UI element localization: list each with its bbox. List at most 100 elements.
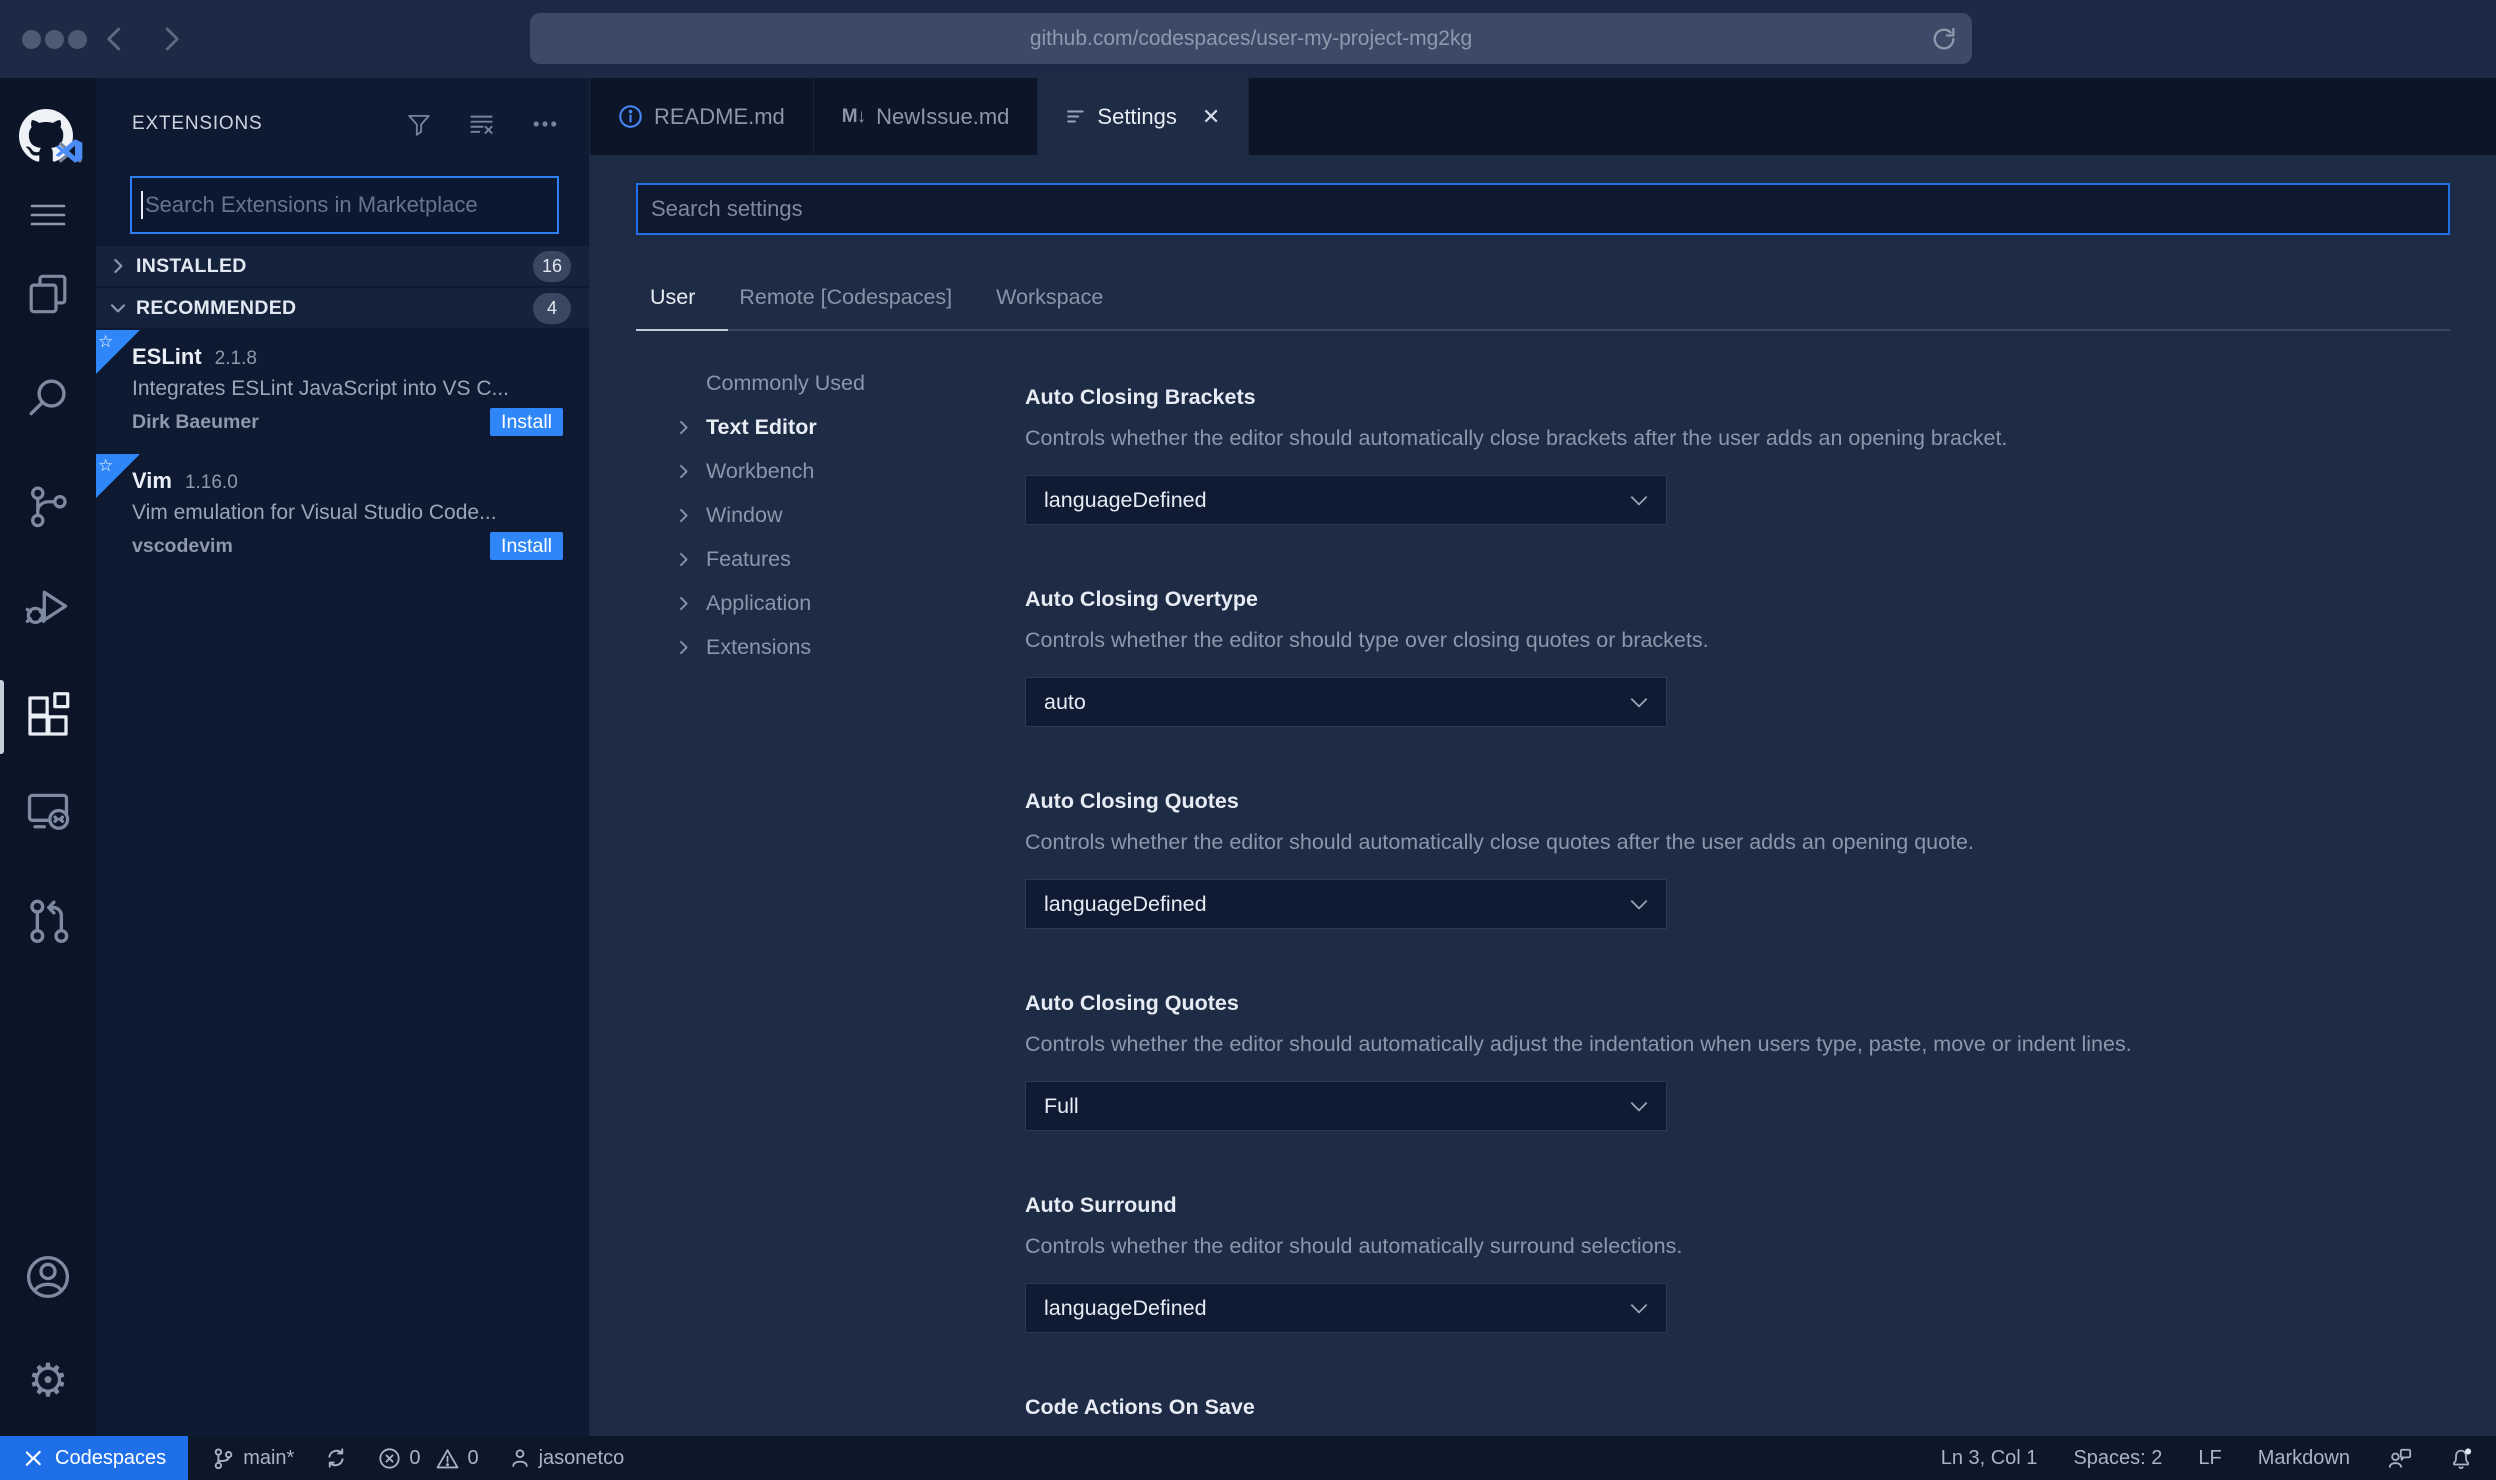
active-scope-underline xyxy=(636,329,728,331)
extension-version: 1.16.0 xyxy=(184,472,238,493)
toc-item-features[interactable]: Features xyxy=(676,537,1025,581)
toc-item-window[interactable]: Window xyxy=(676,493,1025,537)
setting-code-actions-on-save: Code Actions On Save xyxy=(1025,1395,2450,1420)
extension-list-item[interactable]: ☆ ESLint 2.1.8 Integrates ESLint JavaScr… xyxy=(96,330,589,454)
toc-item-application[interactable]: Application xyxy=(676,581,1025,625)
forward-icon[interactable] xyxy=(156,24,186,54)
pull-requests-icon[interactable] xyxy=(0,892,96,948)
setting-auto-closing-overtype: Auto Closing Overtype Controls whether t… xyxy=(1025,587,2450,727)
dropdown-value: Full xyxy=(1044,1093,1079,1118)
extension-description: Vim emulation for Visual Studio Code... xyxy=(132,501,497,524)
settings-scope-tabs: User Remote [Codespaces] Workspace xyxy=(636,281,2450,313)
close-window-button[interactable] xyxy=(22,30,41,49)
user-indicator[interactable]: jasonetco xyxy=(509,1447,624,1470)
window-controls[interactable] xyxy=(22,30,87,49)
minimize-window-button[interactable] xyxy=(45,30,64,49)
install-button[interactable]: Install xyxy=(490,532,563,560)
language-mode[interactable]: Markdown xyxy=(2258,1447,2350,1470)
tab-label: README.md xyxy=(654,103,785,129)
cursor-position[interactable]: Ln 3, Col 1 xyxy=(1941,1447,2038,1470)
chevron-right-icon xyxy=(676,420,693,435)
close-tab-icon[interactable]: ✕ xyxy=(1202,104,1220,130)
problems-indicator[interactable]: 0 0 xyxy=(378,1446,479,1470)
setting-description: Controls whether the editor should type … xyxy=(1025,628,1709,652)
eol-sequence[interactable]: LF xyxy=(2198,1447,2221,1470)
source-control-icon[interactable] xyxy=(0,478,96,534)
extension-author: Dirk Baeumer xyxy=(132,410,259,433)
address-bar[interactable]: github.com/codespaces/user-my-project-mg… xyxy=(530,13,1972,64)
setting-value-dropdown[interactable]: auto xyxy=(1025,677,1667,727)
clear-extension-search-icon[interactable] xyxy=(468,111,495,138)
setting-description: Controls whether the editor should autom… xyxy=(1025,426,2008,450)
codespaces-label: Codespaces xyxy=(55,1446,167,1469)
settings-search-input[interactable]: Search settings xyxy=(636,183,2450,235)
extensions-icon[interactable] xyxy=(0,688,96,744)
warning-count: 0 xyxy=(467,1446,479,1469)
recommended-ribbon-icon: ☆ xyxy=(96,330,140,374)
chevron-right-icon xyxy=(676,596,693,611)
section-recommended[interactable]: RECOMMENDED 4 xyxy=(96,288,589,328)
sidebar-title: EXTENSIONS xyxy=(132,113,263,134)
explorer-icon[interactable] xyxy=(0,266,96,322)
toc-item-workbench[interactable]: Workbench xyxy=(676,449,1025,493)
toc-item-extensions[interactable]: Extensions xyxy=(676,625,1025,669)
toc-item-text-editor[interactable]: Text Editor xyxy=(676,405,1025,449)
settings-editor: Search settings User Remote [Codespaces]… xyxy=(590,155,2496,1436)
url-text: github.com/codespaces/user-my-project-mg… xyxy=(1029,26,1473,50)
chevron-down-icon xyxy=(1630,1101,1648,1112)
search-icon[interactable] xyxy=(0,370,96,426)
settings-list: Auto Closing Brackets Controls whether t… xyxy=(1025,361,2450,1436)
feedback-icon[interactable] xyxy=(2386,1445,2412,1471)
setting-description: Controls whether the editor should autom… xyxy=(1025,830,1974,854)
chevron-down-icon xyxy=(1630,1303,1648,1314)
chevron-down-icon xyxy=(1630,495,1648,506)
setting-title: Auto Surround xyxy=(1025,1193,1177,1217)
warnings-icon xyxy=(437,1448,459,1468)
chevron-down-icon xyxy=(110,304,126,313)
scope-tab-user[interactable]: User xyxy=(650,285,695,310)
setting-title: Auto Closing Brackets xyxy=(1025,385,1256,409)
setting-value-dropdown[interactable]: languageDefined xyxy=(1025,879,1667,929)
info-icon xyxy=(619,105,642,128)
vscode-logo xyxy=(55,139,83,163)
branch-name: main* xyxy=(243,1446,295,1469)
dropdown-value: languageDefined xyxy=(1044,1295,1207,1320)
section-installed[interactable]: INSTALLED 16 xyxy=(96,246,589,286)
extensions-search-input[interactable]: Search Extensions in Marketplace xyxy=(130,176,559,234)
setting-value-dropdown[interactable]: languageDefined xyxy=(1025,475,1667,525)
tab-readme[interactable]: README.md xyxy=(590,78,814,155)
scope-tab-remote[interactable]: Remote [Codespaces] xyxy=(739,285,952,310)
settings-gear-icon[interactable]: ⚙ xyxy=(0,1352,96,1408)
tab-settings[interactable]: Settings ✕ xyxy=(1038,78,1250,155)
run-debug-icon[interactable] xyxy=(0,580,96,636)
tab-newissue[interactable]: M↓ NewIssue.md xyxy=(814,78,1039,155)
maximize-window-button[interactable] xyxy=(68,30,87,49)
toc-item-commonly-used[interactable]: Commonly Used xyxy=(676,361,1025,405)
extension-list-item[interactable]: ☆ Vim 1.16.0 Vim emulation for Visual St… xyxy=(96,454,589,578)
filter-icon[interactable] xyxy=(406,111,432,137)
dropdown-value: auto xyxy=(1044,689,1086,714)
indentation[interactable]: Spaces: 2 xyxy=(2073,1447,2162,1470)
setting-title: Auto Closing Overtype xyxy=(1025,587,1258,611)
setting-auto-closing-brackets: Auto Closing Brackets Controls whether t… xyxy=(1025,385,2450,525)
github-codespaces-logo xyxy=(0,107,96,163)
more-actions-icon[interactable] xyxy=(531,110,559,138)
remote-explorer-icon[interactable] xyxy=(0,784,96,840)
browser-chrome: github.com/codespaces/user-my-project-mg… xyxy=(0,0,2496,78)
install-button[interactable]: Install xyxy=(490,408,563,436)
chevron-right-icon xyxy=(676,640,693,655)
setting-value-dropdown[interactable]: languageDefined xyxy=(1025,1283,1667,1333)
chevron-right-icon xyxy=(676,464,693,479)
error-count: 0 xyxy=(409,1446,421,1469)
menu-icon[interactable] xyxy=(0,187,96,243)
account-icon[interactable] xyxy=(0,1249,96,1305)
branch-indicator[interactable]: main* xyxy=(212,1447,294,1470)
back-icon[interactable] xyxy=(100,24,130,54)
codespaces-remote-button[interactable]: Codespaces xyxy=(0,1436,189,1480)
reload-icon[interactable] xyxy=(1930,25,1958,53)
scope-tab-workspace[interactable]: Workspace xyxy=(996,285,1103,310)
notifications-bell-icon[interactable] xyxy=(2448,1445,2474,1471)
extension-author: vscodevim xyxy=(132,534,233,557)
setting-value-dropdown[interactable]: Full xyxy=(1025,1081,1667,1131)
sync-button[interactable] xyxy=(324,1446,348,1470)
